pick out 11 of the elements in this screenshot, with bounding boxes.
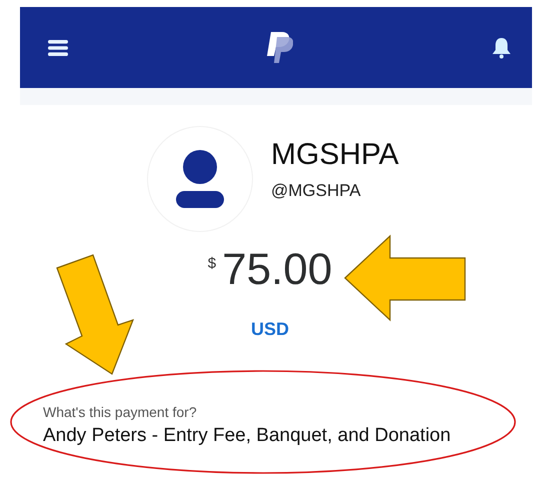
person-icon: [175, 150, 225, 208]
logo-icon: [267, 32, 293, 63]
currency-symbol: $: [208, 255, 216, 272]
recipient-handle: @MGSHPA: [271, 180, 362, 200]
currency-code[interactable]: USD: [250, 319, 289, 340]
amount-value: 75.00: [222, 245, 332, 295]
recipient-name: MGSHPA: [271, 138, 399, 172]
bell-icon[interactable]: [492, 36, 511, 58]
note-label: What's this payment for?: [43, 404, 198, 420]
note-text[interactable]: Andy Peters - Entry Fee, Banquet, and Donation: [43, 425, 544, 447]
menu-icon[interactable]: [48, 40, 68, 56]
